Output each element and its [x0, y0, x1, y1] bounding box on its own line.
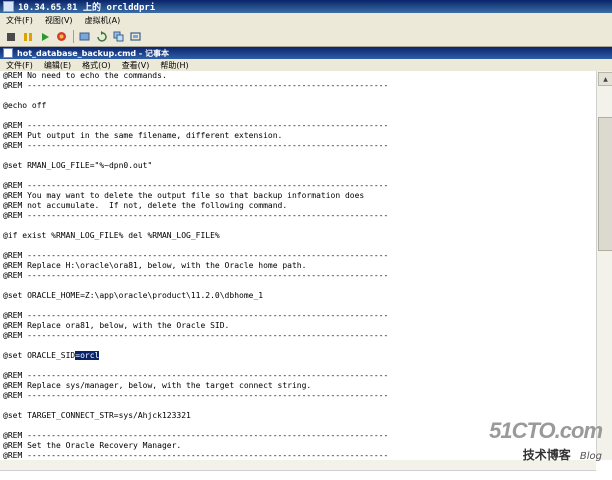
vertical-scrollbar[interactable]: ▲ — [596, 71, 612, 460]
editor-line: @set ORACLE_SID=orcl — [3, 351, 100, 360]
toolbar-separator — [73, 30, 74, 43]
menu-format[interactable]: 格式(O) — [82, 60, 111, 71]
watermark-subtitle: 技术博客 — [522, 448, 571, 462]
editor-text: @REM No need to echo the commands. @REM -… — [0, 71, 596, 460]
menu-edit[interactable]: 编辑(E) — [44, 60, 71, 71]
vm-window-icon — [3, 1, 14, 12]
editor-line: @REM -----------------------------------… — [3, 371, 389, 380]
vm-menu-file[interactable]: 文件(F) — [6, 15, 33, 26]
snapshot-icon[interactable] — [78, 30, 91, 43]
editor-line: @REM -----------------------------------… — [3, 181, 389, 190]
editor-line: @REM -----------------------------------… — [3, 331, 389, 340]
selected-text: =orcl — [75, 351, 100, 360]
stop-icon[interactable] — [4, 30, 17, 43]
notepad-icon — [3, 48, 13, 58]
manage-snapshots-icon[interactable] — [112, 30, 125, 43]
editor-line: @REM -----------------------------------… — [3, 271, 389, 280]
menu-file[interactable]: 文件(F) — [6, 60, 33, 71]
vm-toolbar — [0, 27, 612, 47]
fullscreen-icon[interactable] — [129, 30, 142, 43]
editor-line: @REM You may want to delete the output f… — [3, 191, 365, 200]
vm-menu-bar: 文件(F) 视图(V) 虚拟机(A) — [0, 13, 612, 27]
watermark-logo: 51CTO.com — [489, 418, 603, 443]
editor-line: @REM -----------------------------------… — [3, 311, 389, 320]
vm-window-title: 10.34.65.81 上的 orclddpri — [18, 3, 156, 13]
reset-icon[interactable] — [55, 30, 68, 43]
play-icon[interactable] — [38, 30, 51, 43]
editor-line: @REM -----------------------------------… — [3, 141, 389, 150]
editor-line: @REM Replace ora81, below, with the Orac… — [3, 321, 230, 330]
editor-line: @REM Replace sys/manager, below, with th… — [3, 381, 312, 390]
editor-line: @REM Replace H:\oracle\ora81, below, wit… — [3, 261, 307, 270]
vm-menu-view[interactable]: 视图(V) — [45, 15, 73, 26]
notepad-window-title: hot_database_backup.cmd - 记事本 — [17, 48, 170, 58]
notepad-menu-bar: 文件(F) 编辑(E) 格式(O) 查看(V) 帮助(H) — [0, 59, 612, 71]
text-editor-area[interactable]: @REM No need to echo the commands. @REM -… — [0, 71, 596, 460]
editor-line: @if exist %RMAN_LOG_FILE% del %RMAN_LOG_… — [3, 231, 220, 240]
editor-line: @REM -----------------------------------… — [3, 81, 389, 90]
site-watermark: 51CTO.com 技术博客 Blog — [489, 418, 603, 463]
editor-line: @set ORACLE_HOME=Z:\app\oracle\product\1… — [3, 291, 264, 300]
watermark-blog: Blog — [579, 451, 602, 462]
editor-line: @REM -----------------------------------… — [3, 391, 389, 400]
editor-line: @REM -----------------------------------… — [3, 251, 389, 260]
editor-line: @REM -----------------------------------… — [3, 211, 389, 220]
editor-line: @echo off — [3, 101, 47, 110]
vm-menu-vm[interactable]: 虚拟机(A) — [85, 15, 121, 26]
editor-line: @REM No need to echo the commands. — [3, 71, 167, 80]
editor-line: @REM -----------------------------------… — [3, 121, 389, 130]
menu-view[interactable]: 查看(V) — [122, 60, 150, 71]
editor-line: @set RMAN_LOG_FILE="%~dpn0.out" — [3, 161, 153, 170]
editor-line: @REM Put output in the same filename, di… — [3, 131, 283, 140]
vm-title-bar: 10.34.65.81 上的 orclddpri — [0, 0, 612, 13]
revert-icon[interactable] — [95, 30, 108, 43]
scroll-up-arrow-icon[interactable]: ▲ — [598, 72, 612, 86]
scroll-thumb[interactable] — [598, 117, 612, 251]
pause-icon[interactable] — [21, 30, 34, 43]
notepad-title-bar: hot_database_backup.cmd - 记事本 — [0, 47, 612, 59]
editor-line: @REM not accumulate. If not, delete the … — [3, 201, 288, 210]
menu-help[interactable]: 帮助(H) — [160, 60, 188, 71]
